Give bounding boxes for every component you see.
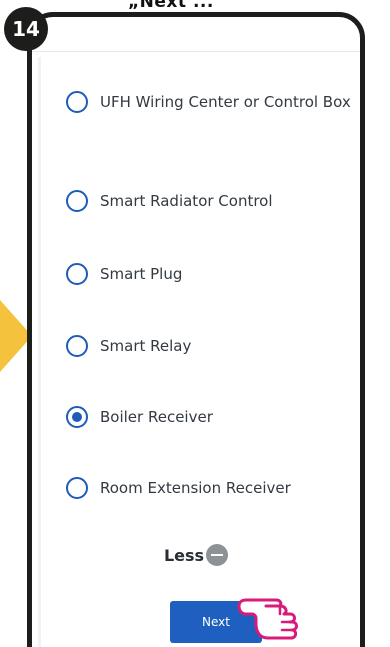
radio-button[interactable] bbox=[66, 190, 88, 212]
option-label: Smart Plug bbox=[100, 265, 183, 283]
option-smart-relay[interactable]: Smart Relay bbox=[66, 335, 356, 358]
radio-button[interactable] bbox=[66, 477, 88, 499]
minus-circle-icon[interactable] bbox=[206, 544, 229, 566]
tutorial-canvas: „Next ... 14 UFH Wiring Center or Contro… bbox=[0, 0, 390, 647]
option-label: UFH Wiring Center or Control Box bbox=[100, 93, 351, 111]
option-label: Smart Relay bbox=[100, 337, 192, 355]
option-smart-plug[interactable]: Smart Plug bbox=[66, 263, 356, 286]
phone-frame: UFH Wiring Center or Control Box Smart R… bbox=[27, 12, 365, 647]
step-number-badge: 14 bbox=[4, 7, 48, 51]
less-toggle[interactable]: Less bbox=[32, 544, 360, 566]
option-smart-radiator-control[interactable]: Smart Radiator Control bbox=[66, 190, 356, 213]
radio-button[interactable] bbox=[66, 263, 88, 285]
option-label: Boiler Receiver bbox=[100, 408, 213, 426]
option-ufh-wiring-center[interactable]: UFH Wiring Center or Control Box bbox=[66, 91, 356, 114]
radio-button[interactable] bbox=[66, 91, 88, 113]
option-label: Room Extension Receiver bbox=[100, 479, 291, 497]
option-room-extension-receiver[interactable]: Room Extension Receiver bbox=[66, 477, 356, 500]
hand-pointer-icon bbox=[237, 598, 298, 640]
less-label: Less bbox=[163, 545, 205, 565]
radio-button-selected[interactable] bbox=[66, 406, 88, 428]
option-label: Smart Radiator Control bbox=[100, 192, 273, 210]
option-boiler-receiver[interactable]: Boiler Receiver bbox=[66, 406, 356, 429]
step-caption: „Next ... bbox=[128, 0, 214, 12]
header-divider bbox=[32, 51, 360, 52]
radio-button[interactable] bbox=[66, 335, 88, 357]
